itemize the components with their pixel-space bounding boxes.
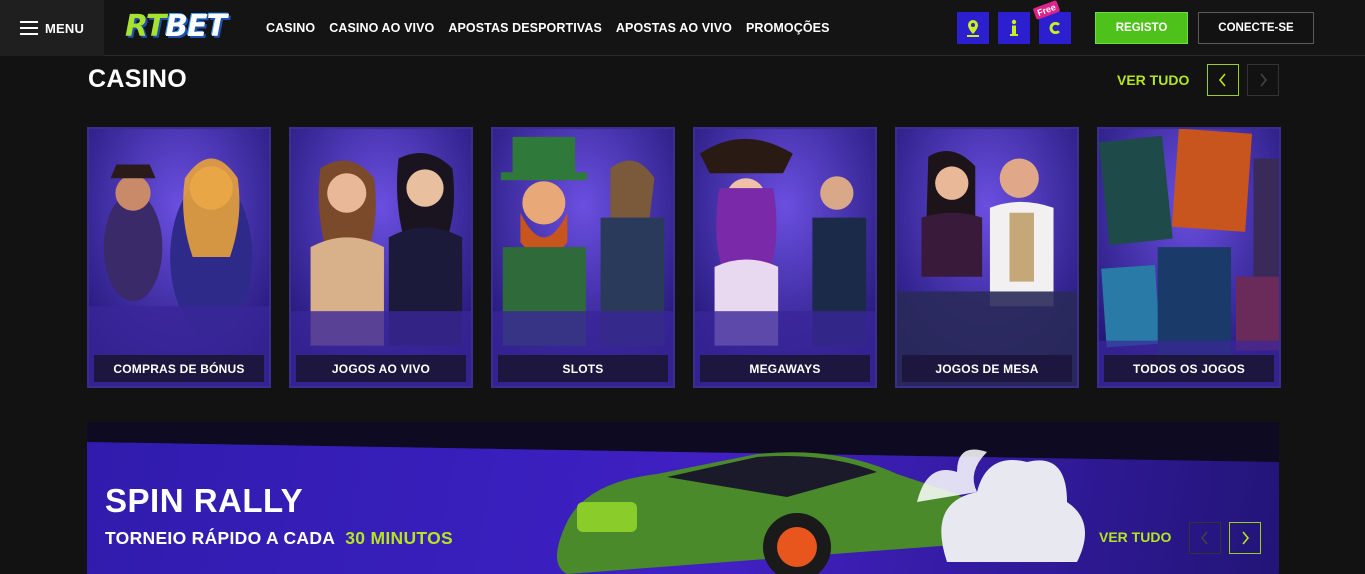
slots-artwork (493, 129, 673, 386)
banner-next-arrow[interactable] (1229, 522, 1261, 554)
site-logo[interactable]: RTBET (125, 9, 227, 45)
category-label: SLOTS (498, 355, 668, 382)
nav-casino[interactable]: CASINO (266, 21, 315, 35)
banner-prev-arrow[interactable] (1189, 522, 1221, 554)
category-label: JOGOS DE MESA (902, 355, 1072, 382)
menu-button[interactable]: MENU (0, 0, 104, 56)
banner-subtitle: TORNEIO RÁPIDO A CADA 30 MINUTOS (105, 528, 453, 549)
casino-see-all-link[interactable]: VER TUDO (1117, 72, 1189, 88)
category-label: TODOS OS JOGOS (1104, 355, 1274, 382)
banner-title: SPIN RALLY (105, 482, 304, 519)
all-games-artwork (1099, 129, 1279, 386)
chevron-right-icon (1242, 531, 1250, 545)
register-button[interactable]: REGISTO (1095, 12, 1188, 44)
megaways-artwork (695, 129, 875, 386)
nav-promotions[interactable]: PROMOÇÕES (746, 21, 830, 35)
category-card-megaways[interactable]: MEGAWAYS (693, 127, 877, 388)
category-card-slots[interactable]: SLOTS (491, 127, 675, 388)
casino-next-arrow[interactable] (1247, 64, 1279, 96)
category-card-all-games[interactable]: TODOS OS JOGOS (1097, 127, 1281, 388)
bonus-buy-artwork (89, 129, 269, 386)
hamburger-icon (20, 21, 38, 35)
category-label: COMPRAS DE BÓNUS (94, 355, 264, 382)
spin-rally-banner[interactable]: SPIN RALLY TORNEIO RÁPIDO A CADA 30 MINUT… (87, 422, 1279, 574)
category-label: JOGOS AO VIVO (296, 355, 466, 382)
casino-category-carousel: COMPRAS DE BÓNUS JOGOS AO VIVO SLOTS MEG… (87, 127, 1281, 388)
nav-sports-betting[interactable]: APOSTAS DESPORTIVAS (448, 21, 602, 35)
chevron-left-icon (1218, 73, 1226, 87)
banner-subtitle-text: TORNEIO RÁPIDO A CADA (105, 528, 336, 548)
banner-see-all-link[interactable]: VER TUDO (1099, 529, 1171, 545)
nav-live-betting[interactable]: APOSTAS AO VIVO (616, 21, 732, 35)
chevron-left-icon (1200, 531, 1208, 545)
location-pin-icon[interactable] (957, 12, 989, 44)
banner-highlight: 30 MINUTOS (345, 528, 453, 548)
category-card-table-games[interactable]: JOGOS DE MESA (895, 127, 1079, 388)
utility-icons (957, 12, 1071, 44)
live-games-artwork (291, 129, 471, 386)
info-icon[interactable] (998, 12, 1030, 44)
category-label: MEGAWAYS (700, 355, 870, 382)
main-nav: CASINO CASINO AO VIVO APOSTAS DESPORTIVA… (266, 0, 830, 56)
table-games-artwork (897, 129, 1077, 386)
chevron-right-icon (1260, 73, 1268, 87)
section-title-casino: CASINO (88, 65, 188, 93)
top-bar: MENU RTBET CASINO CASINO AO VIVO APOSTAS… (0, 0, 1365, 56)
menu-label: MENU (45, 20, 85, 36)
nav-live-casino[interactable]: CASINO AO VIVO (329, 21, 434, 35)
login-button[interactable]: CONECTE-SE (1198, 12, 1314, 44)
casino-prev-arrow[interactable] (1207, 64, 1239, 96)
category-card-live-games[interactable]: JOGOS AO VIVO (289, 127, 473, 388)
category-card-bonus-buy[interactable]: COMPRAS DE BÓNUS (87, 127, 271, 388)
